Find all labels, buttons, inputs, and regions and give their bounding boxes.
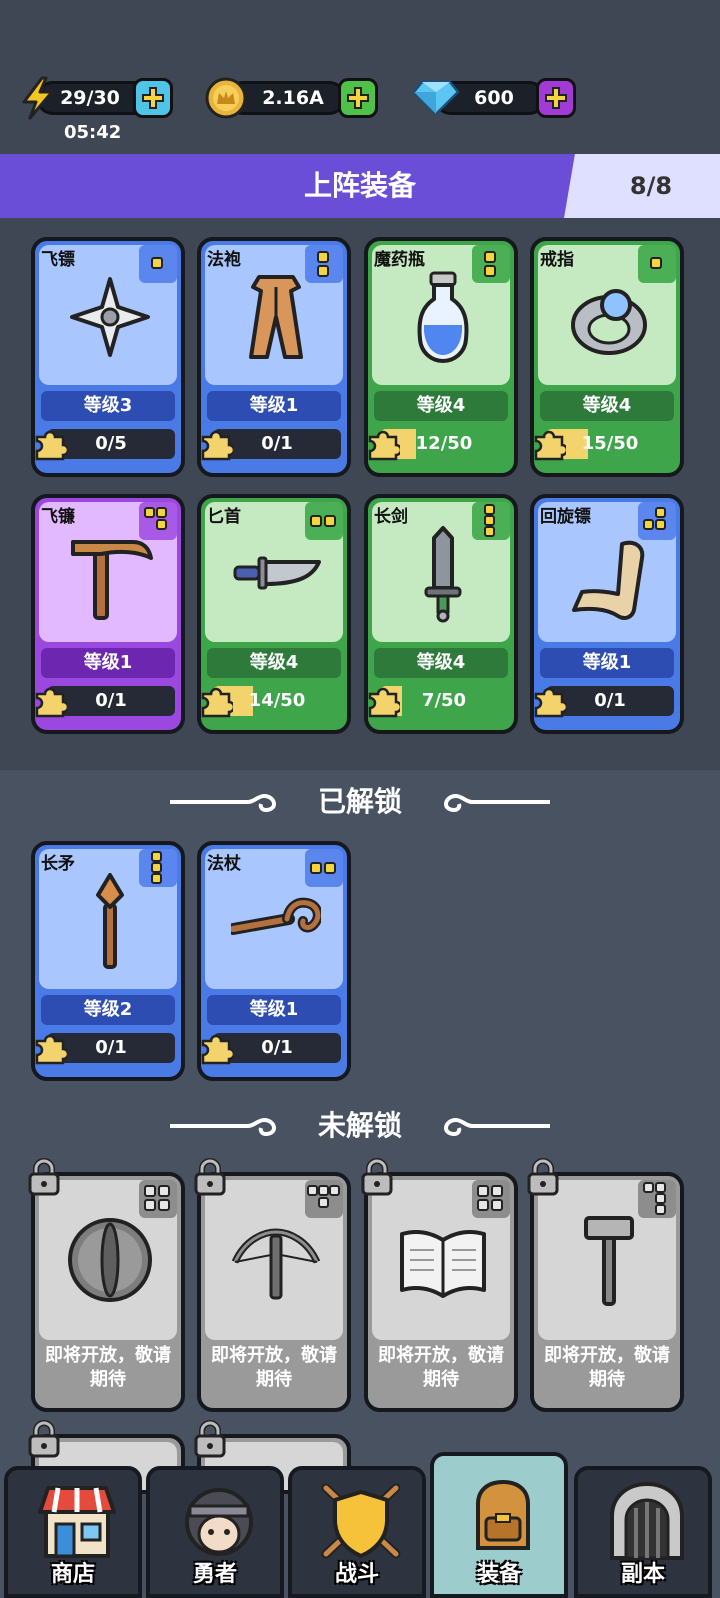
add-energy-button[interactable] xyxy=(133,78,173,118)
padlock-icon xyxy=(194,1420,226,1458)
shop-icon xyxy=(38,1486,116,1558)
tab-battle[interactable]: 战斗 xyxy=(288,1466,426,1598)
tab-dungeon[interactable]: 副本 xyxy=(574,1466,712,1598)
equip-card-dagger[interactable]: 匕首 等级4 14/50 xyxy=(197,494,351,734)
padlock-icon xyxy=(28,1158,60,1196)
padlock-icon xyxy=(28,1420,60,1458)
plus-icon xyxy=(142,87,164,109)
energy-timer: 05:42 xyxy=(64,122,122,143)
puzzle-piece-icon xyxy=(201,1034,233,1065)
plus-icon xyxy=(347,87,369,109)
tab-hero[interactable]: 勇者 xyxy=(146,1466,284,1598)
backpack-icon xyxy=(476,1479,530,1550)
tab-shop[interactable]: 商店 xyxy=(4,1466,142,1598)
battle-shield-icon xyxy=(321,1483,401,1559)
padlock-icon xyxy=(361,1158,393,1196)
ring-icon xyxy=(571,289,647,355)
shuriken-icon xyxy=(70,277,150,357)
puzzle-piece-icon xyxy=(35,430,67,461)
equipped-count: 8/8 xyxy=(629,172,673,200)
puzzle-piece-icon xyxy=(201,430,233,461)
hammer-icon xyxy=(584,1216,634,1306)
equip-card-ring[interactable]: 戒指 等级4 15/50 xyxy=(530,237,684,477)
shield-icon xyxy=(68,1218,152,1302)
divider-ornament-left xyxy=(170,1117,277,1137)
gold-coin-icon xyxy=(205,77,247,119)
divider-ornament-right xyxy=(443,1117,550,1137)
puzzle-piece-icon xyxy=(534,687,566,718)
puzzle-piece-icon xyxy=(534,430,566,461)
puzzle-piece-icon xyxy=(35,1034,67,1065)
dungeon-gate-icon xyxy=(610,1481,684,1560)
tab-equipment[interactable]: 装备 xyxy=(430,1452,568,1598)
diamond-icon xyxy=(412,80,460,116)
book-icon xyxy=(400,1230,486,1298)
equip-card-boomerang[interactable]: 回旋镖 等级1 0/1 xyxy=(530,494,684,734)
unlocked-card-staff[interactable]: 法杖 等级1 0/1 xyxy=(197,841,351,1081)
equip-card-robe[interactable]: 法袍 等级1 0/1 xyxy=(197,237,351,477)
energy-counter: 29/30 xyxy=(18,76,173,120)
equipped-header: 上阵装备 8/8 xyxy=(0,154,720,218)
plus-icon xyxy=(545,87,567,109)
padlock-icon xyxy=(194,1158,226,1196)
longsword-icon xyxy=(424,526,462,623)
robe-icon xyxy=(249,275,303,359)
equipped-title: 上阵装备 xyxy=(303,169,416,202)
equip-card-potion[interactable]: 魔药瓶 等级4 12/50 xyxy=(364,237,518,477)
puzzle-piece-icon xyxy=(368,430,400,461)
unlocked-section-header: 已解锁 xyxy=(0,780,720,824)
divider-ornament-left xyxy=(170,793,277,813)
unlocked-card-spear[interactable]: 长矛 等级2 0/1 xyxy=(31,841,185,1081)
locked-card-book[interactable]: 即将开放，敬请期待 xyxy=(364,1172,518,1412)
divider-ornament-right xyxy=(443,793,550,813)
padlock-icon xyxy=(527,1158,559,1196)
puzzle-piece-icon xyxy=(201,687,233,718)
puzzle-piece-icon xyxy=(368,687,400,718)
hero-avatar-icon xyxy=(185,1488,253,1556)
locked-card-hammer[interactable]: 即将开放，敬请期待 xyxy=(530,1172,684,1412)
add-gold-button[interactable] xyxy=(338,78,378,118)
energy-value: 29/30 xyxy=(60,87,120,109)
puzzle-piece-icon xyxy=(35,687,67,718)
gem-counter: 600 xyxy=(412,78,577,118)
bottom-nav: 商店 勇者 战斗 装备 副本 xyxy=(0,1452,720,1598)
boomerang-icon xyxy=(572,540,645,620)
sickle-icon xyxy=(71,540,153,620)
equip-card-sickle[interactable]: 飞镰 等级1 0/1 xyxy=(31,494,185,734)
equip-card-longsword[interactable]: 长剑 等级4 7/50 xyxy=(364,494,518,734)
gold-counter: 2.16A xyxy=(204,77,379,119)
potion-bottle-icon xyxy=(417,271,469,364)
locked-section-header: 未解锁 xyxy=(0,1104,720,1148)
lightning-icon xyxy=(22,76,54,120)
add-gems-button[interactable] xyxy=(536,78,576,118)
locked-card-shield[interactable]: 即将开放，敬请期待 xyxy=(31,1172,185,1412)
staff-icon xyxy=(231,897,321,935)
spear-icon xyxy=(96,873,124,969)
dagger-icon xyxy=(233,556,321,590)
crossbow-icon xyxy=(231,1228,321,1300)
gem-value: 600 xyxy=(474,87,514,109)
locked-card-crossbow[interactable]: 即将开放，敬请期待 xyxy=(197,1172,351,1412)
gold-value: 2.16A xyxy=(262,87,324,109)
equip-card-shuriken[interactable]: 飞镖 等级3 0/5 xyxy=(31,237,185,477)
